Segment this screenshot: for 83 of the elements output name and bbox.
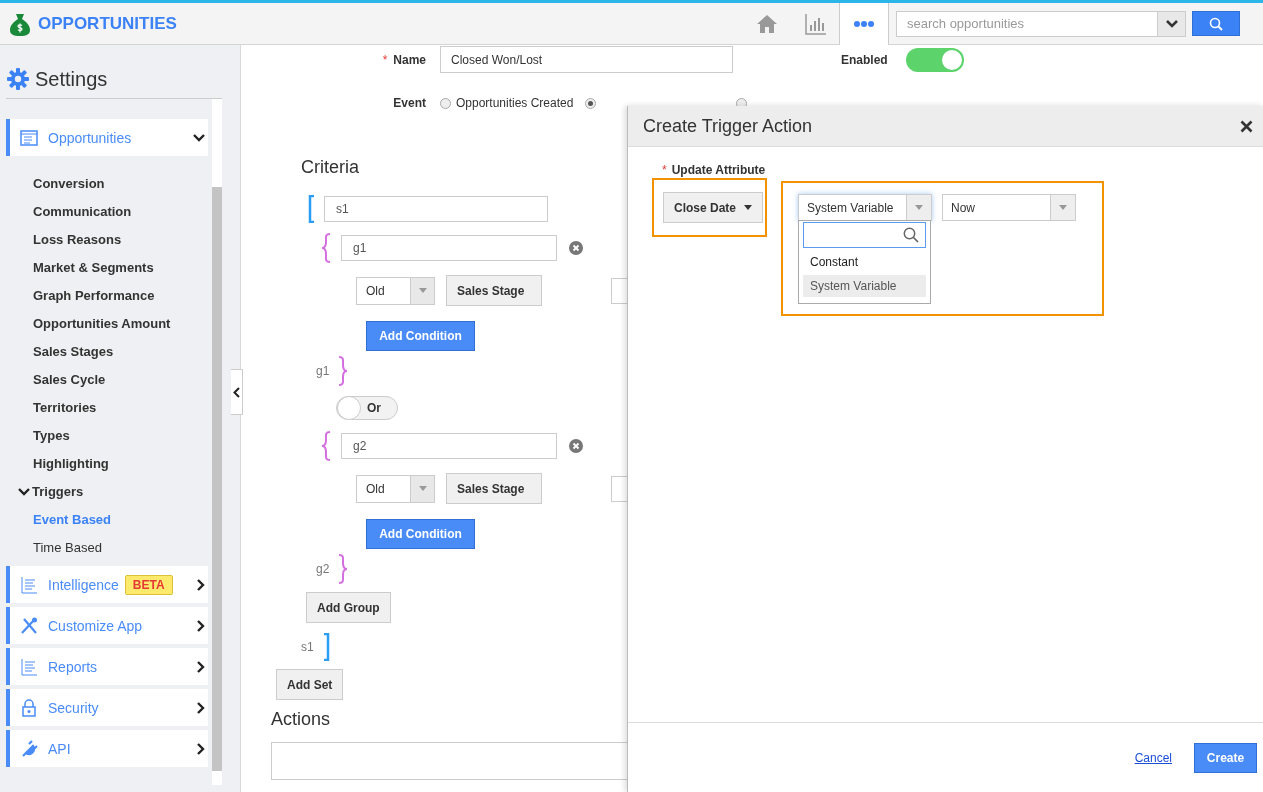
brace-open-icon [320, 233, 332, 263]
field-label: Enabled [841, 52, 888, 67]
scrollbar[interactable] [212, 99, 222, 785]
required-mark: * [382, 52, 388, 67]
settings-title: Settings [35, 67, 108, 91]
radio-button[interactable] [585, 97, 597, 109]
submenu-item[interactable]: Time Based [6, 533, 208, 561]
attribute-dropdown[interactable]: Sales Stage [446, 275, 542, 306]
chevron-left-icon [233, 386, 240, 398]
section-title: Actions [271, 709, 331, 730]
brace-open-icon [320, 431, 332, 461]
submenu-item[interactable]: Highlighting [6, 449, 208, 477]
search-field[interactable]: search opportunities [896, 10, 1158, 37]
group-close-label: g2 [316, 562, 330, 576]
dropdown-option[interactable]: Constant [803, 251, 926, 273]
submenu-item[interactable]: Triggers [6, 477, 208, 505]
search-button[interactable] [1192, 11, 1240, 36]
name-field[interactable]: Closed Won/Lost [440, 46, 733, 73]
search-icon [1209, 16, 1223, 31]
chevron-down-icon [1165, 19, 1178, 28]
mode-select[interactable]: Old [356, 474, 435, 503]
submenu-item[interactable]: Types [6, 421, 208, 449]
submenu-item[interactable]: Communication [6, 197, 208, 225]
value-select[interactable]: Now [942, 194, 1076, 221]
clear-icon[interactable] [569, 241, 583, 255]
field-label: Name [393, 52, 426, 67]
enabled-toggle[interactable] [905, 47, 964, 72]
group-name-field[interactable]: g2 [341, 433, 557, 459]
attribute-dropdown[interactable]: Sales Stage [446, 473, 542, 504]
radio-option[interactable]: Opportunities Created [440, 96, 574, 110]
settings-icon [7, 68, 29, 90]
bracket-open-icon [308, 195, 316, 223]
brace-close-icon [337, 356, 350, 386]
type-select[interactable]: System Variable [798, 194, 932, 221]
money-bag-icon [9, 11, 31, 36]
group-name-field[interactable]: g1 [341, 235, 557, 261]
submenu-item[interactable]: Sales Stages [6, 337, 208, 365]
dropdown-option[interactable]: System Variable [803, 275, 926, 297]
section-title: Criteria [301, 157, 359, 178]
bracket-close-icon [321, 633, 330, 661]
field-label: Update Attribute [671, 163, 766, 177]
attribute-dropdown[interactable]: Close Date [663, 192, 764, 223]
caret-down-icon [418, 486, 427, 491]
clear-icon[interactable] [569, 439, 583, 453]
form-icon [20, 128, 38, 147]
app-title: OPPORTUNITIES [38, 13, 177, 34]
collapse-tab[interactable] [231, 369, 243, 415]
field-label: Event [393, 96, 426, 110]
bar-chart-icon[interactable] [804, 12, 826, 35]
submenu-item[interactable]: Opportunities Amount [6, 309, 208, 337]
caret-down-icon [915, 205, 923, 210]
beta-badge: BETA [124, 574, 173, 595]
close-icon[interactable] [1240, 119, 1253, 133]
caret-down-icon [1059, 205, 1067, 210]
cancel-link[interactable]: Cancel [1134, 750, 1172, 765]
set-name-field[interactable]: s1 [324, 196, 548, 222]
submenu-item[interactable]: Graph Performance [6, 281, 208, 309]
home-icon[interactable] [756, 12, 778, 35]
dropdown-search-field[interactable] [803, 222, 926, 248]
list-lines-icon [20, 575, 38, 594]
or-toggle[interactable]: Or [336, 396, 398, 420]
lock-icon [20, 698, 38, 717]
set-close-label: s1 [301, 640, 314, 654]
submenu-item[interactable]: Market & Segments [6, 253, 208, 281]
dialog-title: Create Trigger Action [643, 115, 814, 137]
group-close-label: g1 [316, 364, 330, 378]
caret-down-icon [744, 205, 753, 210]
list-lines-icon [20, 657, 38, 676]
radio-button[interactable] [440, 97, 451, 109]
dropdown-button[interactable] [1158, 10, 1186, 37]
add-group-button[interactable]: Add Group [306, 592, 391, 623]
submenu-item[interactable]: Loss Reasons [6, 225, 208, 253]
add-set-button[interactable]: Add Set [276, 669, 344, 700]
caret-down-icon [418, 288, 427, 293]
search-icon [903, 227, 919, 243]
mode-select[interactable]: Old [356, 276, 435, 305]
submenu-item[interactable]: Territories [6, 393, 208, 421]
submenu-item[interactable]: Sales Cycle [6, 365, 208, 393]
required-mark: * [662, 163, 667, 177]
submenu-item[interactable]: Conversion [6, 169, 208, 197]
tools-icon [20, 616, 38, 635]
brace-close-icon [337, 554, 350, 584]
plug-icon [20, 739, 38, 758]
